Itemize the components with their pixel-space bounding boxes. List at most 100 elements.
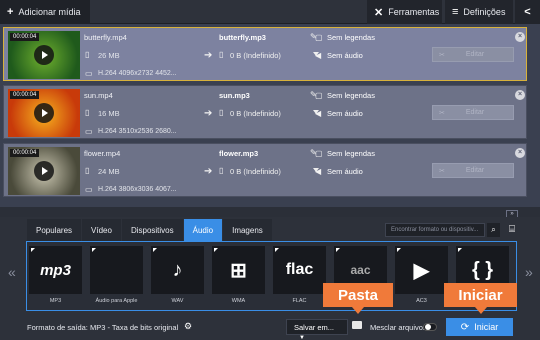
format-icon: flac — [273, 246, 326, 294]
format-caption: MP3 — [49, 298, 62, 304]
start-label: Iniciar — [474, 322, 499, 332]
source-size: 26 MB — [98, 51, 120, 60]
format-tile[interactable]: Áudio para Apple — [90, 246, 143, 304]
file-row[interactable]: 00:00:04 flower.mp4 ▯ 24 MB ▭ H.264 3806… — [3, 143, 527, 197]
subtitles-select[interactable]: Sem legendas — [327, 149, 375, 158]
chevron-down-icon: ▼ — [299, 335, 305, 340]
tab-populares[interactable]: Populares — [27, 219, 82, 241]
merge-files-toggle[interactable] — [423, 323, 437, 331]
start-button[interactable]: ⟳ Iniciar — [446, 318, 513, 336]
file-icon: ▯ — [219, 50, 224, 59]
tools-icon: ✕ — [374, 6, 384, 19]
output-size: 0 B (Indefinido) — [230, 109, 281, 118]
subtitles-select[interactable]: Sem legendas — [327, 91, 375, 100]
format-tile[interactable]: ▶ AC3 — [395, 246, 448, 304]
format-icon: ▶ — [395, 246, 448, 294]
edit-label: Editar — [465, 167, 485, 174]
format-search-input[interactable]: Encontrar formato ou dispositiv... — [385, 223, 485, 237]
save-to-label: Salvar em... — [294, 323, 335, 332]
scissors-icon: ✂ — [439, 51, 445, 59]
divider — [0, 207, 540, 217]
format-icon: mp3 — [29, 246, 82, 294]
video-icon: ▭ — [85, 127, 93, 136]
edit-label: Editar — [465, 109, 485, 116]
play-icon[interactable] — [34, 161, 54, 181]
edit-button[interactable]: ✂ Editar — [432, 105, 514, 120]
plus-icon: + — [7, 6, 14, 18]
output-filename[interactable]: butterfly.mp3 — [219, 33, 266, 42]
tab-imagens[interactable]: Imagens — [223, 219, 272, 241]
format-caption: AC3 — [416, 298, 427, 304]
source-meta: H.264 3806x3036 4067... — [98, 186, 177, 193]
source-meta: H.264 3510x2536 2680... — [98, 128, 177, 135]
close-icon[interactable]: × — [515, 32, 525, 42]
tab-dispositivos[interactable]: Dispositivos — [121, 219, 183, 241]
edit-button[interactable]: ✂ Editar — [432, 47, 514, 62]
detect-device-icon[interactable]: ⌸ — [504, 222, 520, 238]
arrow-right-icon: ➔ — [204, 50, 213, 61]
video-thumbnail[interactable]: 00:00:04 — [8, 147, 80, 195]
duration-badge: 00:00:04 — [10, 149, 40, 157]
video-icon: ▭ — [85, 185, 93, 194]
duration-badge: 00:00:04 — [10, 33, 40, 41]
file-icon: ▯ — [219, 166, 224, 175]
format-tile[interactable]: ♪ WAV — [151, 246, 204, 304]
speaker-icon: ◀ — [315, 109, 322, 118]
arrow-right-icon: ➔ — [204, 166, 213, 177]
file-row[interactable]: 00:00:04 sun.mp4 ▯ 16 MB ▭ H.264 3510x25… — [3, 85, 527, 139]
file-icon: ▯ — [219, 108, 224, 117]
audio-select[interactable]: Sem áudio — [327, 51, 363, 60]
tab-audio[interactable]: Áudio — [183, 219, 223, 241]
arrow-right-icon: ➔ — [204, 108, 213, 119]
audio-select[interactable]: Sem áudio — [327, 109, 363, 118]
format-tile[interactable]: ⊞ WMA — [212, 246, 265, 304]
search-icon[interactable]: ⌕ — [487, 223, 500, 237]
close-icon[interactable]: × — [515, 90, 525, 100]
share-button[interactable]: < — [515, 0, 540, 24]
video-thumbnail[interactable]: 00:00:04 — [8, 31, 80, 79]
format-caption: Áudio para Apple — [95, 298, 138, 304]
play-icon[interactable] — [34, 45, 54, 65]
source-meta: H.264 4096x2732 4452... — [98, 70, 177, 77]
save-to-button[interactable]: Salvar em... ▼ — [286, 319, 348, 340]
format-icon — [90, 246, 143, 294]
close-icon[interactable]: × — [515, 148, 525, 158]
format-icon: ⊞ — [212, 246, 265, 294]
output-filename[interactable]: flower.mp3 — [219, 149, 258, 158]
settings-button[interactable]: ≡ Definições — [445, 0, 513, 24]
refresh-icon: ⟳ — [460, 321, 470, 333]
file-icon: ▯ — [85, 166, 90, 175]
subtitle-icon: ▢ — [315, 91, 323, 100]
add-media-button[interactable]: + Adicionar mídia — [0, 0, 90, 24]
play-icon[interactable] — [34, 103, 54, 123]
tab-video[interactable]: Vídeo — [82, 219, 121, 241]
gear-icon[interactable]: ⚙ — [184, 321, 196, 333]
source-size: 24 MB — [98, 167, 120, 176]
share-icon: < — [524, 6, 531, 18]
file-icon: ▯ — [85, 108, 90, 117]
scissors-icon: ✂ — [439, 109, 445, 117]
output-size: 0 B (Indefinido) — [230, 51, 281, 60]
duration-badge: 00:00:04 — [10, 91, 40, 99]
source-size: 16 MB — [98, 109, 120, 118]
menu-icon: ≡ — [452, 6, 459, 18]
output-filename[interactable]: sun.mp3 — [219, 91, 250, 100]
source-filename: sun.mp4 — [84, 91, 113, 100]
settings-label: Definições — [463, 7, 506, 17]
video-thumbnail[interactable]: 00:00:04 — [8, 89, 80, 137]
tools-button[interactable]: ✕ Ferramentas — [367, 0, 442, 24]
bottom-bar: Formato de saída: MP3 - Taxa de bits ori… — [0, 313, 540, 340]
format-tile[interactable]: mp3 MP3 — [29, 246, 82, 304]
format-tile[interactable]: flac FLAC — [273, 246, 326, 304]
edit-button[interactable]: ✂ Editar — [432, 163, 514, 178]
folder-icon[interactable] — [352, 321, 362, 329]
file-row[interactable]: 00:00:04 butterfly.mp4 ▯ 26 MB ▭ H.264 4… — [3, 27, 527, 81]
scroll-right-icon[interactable]: » — [525, 264, 533, 280]
speaker-icon: ◀ — [315, 51, 322, 60]
format-icon: ♪ — [151, 246, 204, 294]
format-caption: FLAC — [292, 298, 307, 304]
output-format-label: Formato de saída: MP3 - Taxa de bits ori… — [27, 323, 179, 332]
audio-select[interactable]: Sem áudio — [327, 167, 363, 176]
subtitles-select[interactable]: Sem legendas — [327, 33, 375, 42]
scroll-left-icon[interactable]: « — [8, 264, 16, 280]
